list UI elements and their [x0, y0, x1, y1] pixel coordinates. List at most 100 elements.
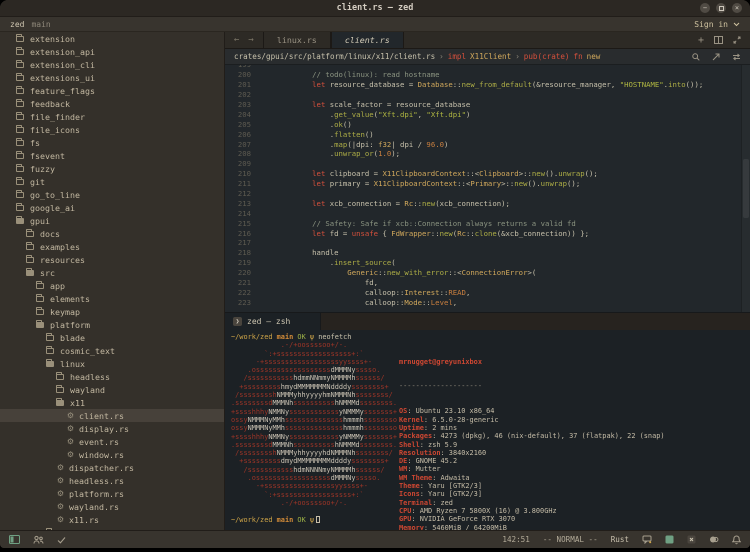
notifications-bell-icon[interactable]: [732, 535, 741, 545]
text-segment: unsafe: [352, 229, 378, 238]
code-line[interactable]: 214: [225, 208, 750, 218]
code-line[interactable]: 208 .unwrap_or(1.0);: [225, 149, 750, 159]
git-branch[interactable]: main: [31, 20, 50, 29]
code-line[interactable]: 223 calloop::Mode::Level,: [225, 297, 750, 307]
tree-item-gpui[interactable]: gpui: [0, 214, 224, 227]
code-line[interactable]: 218 handle: [225, 248, 750, 258]
chevron-down-icon[interactable]: [733, 22, 740, 27]
deploy-search-icon[interactable]: [712, 53, 720, 61]
tree-item-headless[interactable]: headless: [0, 370, 224, 383]
breadcrumb[interactable]: crates/gpui/src/platform/linux/x11/clien…: [234, 52, 684, 61]
tree-item-window-rs[interactable]: ⚙window.rs: [0, 448, 224, 461]
project-name[interactable]: zed: [10, 20, 24, 29]
code-line[interactable]: 219 .insert_source(: [225, 258, 750, 268]
code-line[interactable]: 222 calloop::Interest::READ,: [225, 287, 750, 297]
code-line[interactable]: 211 let primary = X11ClipboardContext::<…: [225, 179, 750, 189]
split-pane-icon[interactable]: [714, 36, 723, 44]
tree-item-git[interactable]: git: [0, 175, 224, 188]
code-line[interactable]: 220 Generic::new_with_error::<Connection…: [225, 268, 750, 278]
tree-item-wayland-rs[interactable]: ⚙wayland.rs: [0, 500, 224, 513]
tree-item-linux[interactable]: linux: [0, 357, 224, 370]
diagnostics-check-icon[interactable]: [57, 536, 66, 544]
tree-item-keymap[interactable]: keymap: [0, 305, 224, 318]
code-line[interactable]: 213 let xcb_connection = Rc::new(xcb_con…: [225, 198, 750, 208]
tree-item-examples[interactable]: examples: [0, 240, 224, 253]
sign-in-button[interactable]: Sign in: [694, 20, 728, 29]
tree-item-headless-rs[interactable]: ⚙headless.rs: [0, 474, 224, 487]
code-editor[interactable]: 199200 // todo(linux): read hostname201 …: [225, 65, 750, 312]
tree-item-fuzzy[interactable]: fuzzy: [0, 162, 224, 175]
code-line[interactable]: 217: [225, 238, 750, 248]
tree-item-dispatcher-rs[interactable]: ⚙dispatcher.rs: [0, 461, 224, 474]
tree-item-x11-rs[interactable]: ⚙x11.rs: [0, 513, 224, 526]
feedback-icon[interactable]: [642, 535, 652, 544]
tree-item-extension[interactable]: extension: [0, 32, 224, 45]
tree-item-go-to-line[interactable]: go_to_line: [0, 188, 224, 201]
tree-item-resources[interactable]: resources: [0, 253, 224, 266]
tree-item-docs[interactable]: docs: [0, 227, 224, 240]
nav-back-icon[interactable]: ←: [234, 35, 239, 45]
tree-item-file-icons[interactable]: file_icons: [0, 123, 224, 136]
code-line[interactable]: 203 let scale_factor = resource_database: [225, 100, 750, 110]
neofetch-info-row: CPU: AMD Ryzen 7 5800X (16) @ 3.800GHz: [399, 507, 665, 515]
maximize-icon[interactable]: [716, 3, 726, 13]
code-line[interactable]: 221 fd,: [225, 278, 750, 288]
collaboration-icon[interactable]: [33, 535, 44, 544]
buffer-search-option-icon[interactable]: [732, 53, 741, 61]
code-line[interactable]: 207 .map(|dpi: f32| dpi / 96.0): [225, 139, 750, 149]
tree-item-fsevent[interactable]: fsevent: [0, 149, 224, 162]
tree-item-cosmic-text[interactable]: cosmic_text: [0, 344, 224, 357]
code-line[interactable]: 205 .ok(): [225, 119, 750, 129]
zoom-pane-icon[interactable]: [733, 36, 741, 44]
code-line[interactable]: 212: [225, 189, 750, 199]
code-line[interactable]: 200 // todo(linux): read hostname: [225, 70, 750, 80]
code-line[interactable]: 215 // Safety: Safe if xcb::Connection a…: [225, 218, 750, 228]
tree-item-x11[interactable]: x11: [0, 396, 224, 409]
tree-item-client-rs[interactable]: ⚙client.rs: [0, 409, 224, 422]
code-line[interactable]: 202: [225, 90, 750, 100]
tree-item-platform-rs[interactable]: ⚙platform.rs: [0, 487, 224, 500]
tree-item-event-rs[interactable]: ⚙event.rs: [0, 435, 224, 448]
nav-forward-icon[interactable]: →: [248, 35, 253, 45]
tab-linux-rs[interactable]: linux.rs: [263, 32, 331, 48]
code-line[interactable]: 209: [225, 159, 750, 169]
text-segment: "Xft.dpi": [426, 110, 466, 119]
editor-scrollbar[interactable]: [741, 65, 750, 312]
tree-item-wayland[interactable]: wayland: [0, 383, 224, 396]
tree-item-blade[interactable]: blade: [0, 331, 224, 344]
new-tab-icon[interactable]: +: [698, 35, 704, 46]
tree-item-display-rs[interactable]: ⚙display.rs: [0, 422, 224, 435]
code-line[interactable]: 206 .flatten(): [225, 129, 750, 139]
tree-item-src[interactable]: src: [0, 266, 224, 279]
tree-item-app[interactable]: app: [0, 279, 224, 292]
terminal-tab[interactable]: ❯ zed — zsh: [225, 313, 321, 330]
cursor-position[interactable]: 142:51: [502, 535, 529, 544]
tree-item-file-finder[interactable]: file_finder: [0, 110, 224, 123]
code-line[interactable]: 201 let resource_database = Database::ne…: [225, 80, 750, 90]
code-line[interactable]: 210 let clipboard = X11ClipboardContext:…: [225, 169, 750, 179]
code-line[interactable]: 204 .get_value("Xft.dpi", "Xft.dpi"): [225, 109, 750, 119]
minimize-icon[interactable]: −: [700, 3, 710, 13]
tree-item-fs[interactable]: fs: [0, 136, 224, 149]
terminal-panel-toggle-icon[interactable]: [665, 535, 674, 544]
close-icon[interactable]: ×: [732, 3, 742, 13]
tree-item[interactable]: [0, 526, 224, 530]
scrollbar-thumb[interactable]: [743, 159, 749, 218]
tree-item-extension-api[interactable]: extension_api: [0, 45, 224, 58]
terminal-output[interactable]: ~/work/zed main OK ψ neofetch .-/+oossss…: [225, 330, 750, 530]
language-selector[interactable]: Rust: [611, 535, 629, 544]
tree-item-platform[interactable]: platform: [0, 318, 224, 331]
code-line[interactable]: 216 let fd = unsafe { FdWrapper::new(Rc:…: [225, 228, 750, 238]
tree-item-feedback[interactable]: feedback: [0, 97, 224, 110]
tree-item-feature-flags[interactable]: feature_flags: [0, 84, 224, 97]
window-titlebar[interactable]: client.rs — zed − ×: [0, 0, 750, 17]
copilot-icon[interactable]: [709, 535, 719, 544]
tree-item-extension-cli[interactable]: extension_cli: [0, 58, 224, 71]
project-panel-toggle-icon[interactable]: [9, 535, 20, 544]
tab-client-rs[interactable]: client.rs: [331, 32, 404, 48]
tree-item-elements[interactable]: elements: [0, 292, 224, 305]
tree-item-google-ai[interactable]: google_ai: [0, 201, 224, 214]
search-icon[interactable]: [692, 53, 700, 61]
close-panel-icon[interactable]: [687, 535, 696, 544]
tree-item-extensions-ui[interactable]: extensions_ui: [0, 71, 224, 84]
